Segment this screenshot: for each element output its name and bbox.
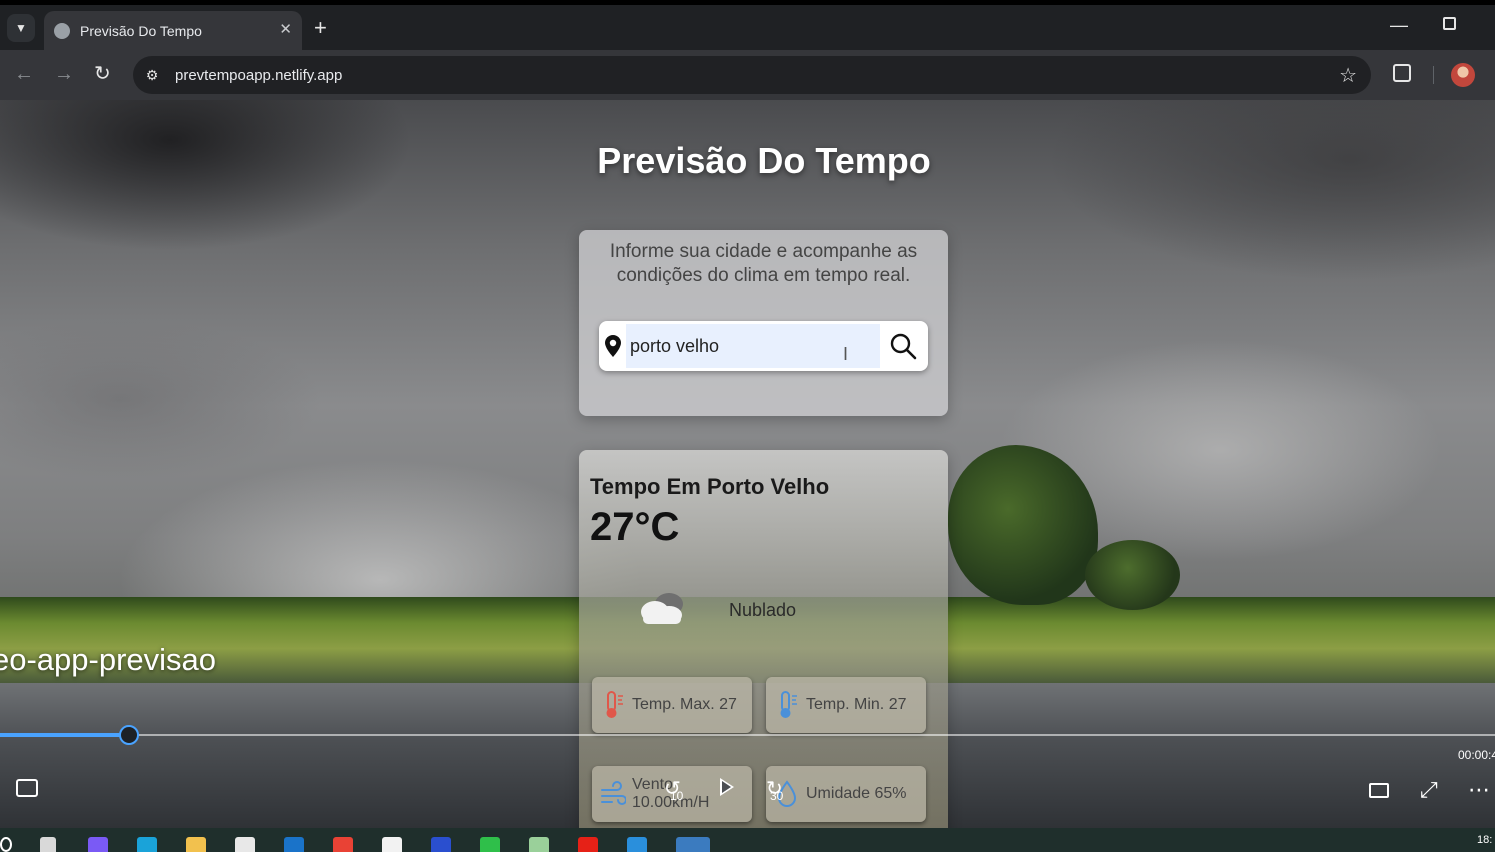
minimize-button[interactable]: — [1390, 15, 1408, 36]
address-bar[interactable]: ⚙ prevtempoapp.netlify.app ☆ [133, 56, 1371, 94]
site-info-icon[interactable]: ⚙ [143, 66, 161, 84]
humidity-label: Umidade 65% [806, 785, 907, 802]
page-viewport: Previsão Do Tempo Informe sua cidade e a… [0, 100, 1495, 828]
edge-icon[interactable] [137, 837, 157, 852]
back-arrow-icon[interactable]: ← [14, 62, 34, 86]
youtube-icon[interactable] [578, 837, 598, 852]
url-text[interactable]: prevtempoapp.netlify.app [175, 67, 342, 84]
new-tab-button[interactable]: + [314, 17, 327, 39]
reload-icon[interactable]: ↻ [94, 62, 111, 86]
store-icon[interactable] [235, 837, 255, 852]
captions-icon[interactable] [16, 779, 38, 797]
background-tree [948, 445, 1098, 605]
browser-toolbar: ← → ↻ ⚙ prevtempoapp.netlify.app ☆ [0, 50, 1495, 100]
extensions-icon[interactable] [1393, 64, 1411, 82]
outlook-icon[interactable] [284, 837, 304, 852]
search-description: Informe sua cidade e acompanhe as condiç… [609, 241, 918, 286]
location-pin-icon [605, 335, 621, 357]
fullscreen-icon[interactable]: ⤢ [1420, 777, 1438, 803]
more-options-icon[interactable]: ⋯ [1468, 777, 1490, 803]
file-explorer-icon[interactable] [186, 837, 206, 852]
intellij-icon[interactable] [431, 837, 451, 852]
thermometer-cold-icon [780, 691, 797, 718]
globe-icon [54, 22, 70, 39]
capcut-icon[interactable] [382, 837, 402, 852]
chrome-icon[interactable] [333, 837, 353, 852]
toolbar-divider [1433, 66, 1434, 84]
temperature-value: 27°C [590, 505, 680, 549]
playback-time: 00:00:4 [1458, 748, 1495, 762]
restore-button[interactable] [1443, 17, 1456, 30]
browser-tab-strip: ▼ Previsão Do Tempo ✕ + — [0, 0, 1495, 50]
wind-label: Vento 10.00km/H [632, 776, 710, 811]
temp-max-label: Temp. Max. 27 [632, 696, 737, 713]
taskbar-clock: 18: [1477, 834, 1493, 846]
city-search-input[interactable] [626, 324, 880, 368]
picture-in-picture-icon[interactable] [1369, 783, 1389, 798]
video-title: eo-app-previsao [0, 642, 217, 677]
taskbar: 18: [0, 828, 1495, 852]
seek-bar-track[interactable] [0, 734, 1495, 736]
search-box: I [599, 321, 928, 371]
whatsapp-icon[interactable] [480, 837, 500, 852]
seek-bar-thumb[interactable] [118, 725, 139, 745]
tab-search-menu-button[interactable]: ▼ [7, 14, 35, 42]
temp-max-box: Temp. Max. 27 [592, 677, 752, 733]
temp-min-label: Temp. Min. 27 [806, 696, 907, 713]
weather-city-heading: Tempo Em Porto Velho [590, 474, 830, 499]
profile-avatar[interactable] [1451, 63, 1475, 87]
search-icon[interactable] [888, 331, 918, 361]
rewind-seconds: 10 [670, 789, 684, 803]
app-icon[interactable] [529, 837, 549, 852]
vscode-icon[interactable] [627, 837, 647, 852]
tab-close-icon[interactable]: ✕ [279, 20, 292, 38]
thermometer-hot-icon [606, 691, 623, 718]
weather-condition: Nublado [729, 600, 797, 620]
search-icon[interactable] [0, 837, 12, 852]
cloud-icon [641, 593, 683, 624]
search-card: Informe sua cidade e acompanhe as condiç… [579, 230, 948, 416]
active-app-icon[interactable] [676, 837, 710, 852]
copilot-icon[interactable] [88, 837, 108, 852]
wind-icon [601, 781, 626, 805]
play-icon[interactable] [720, 778, 734, 796]
browser-tab[interactable]: Previsão Do Tempo ✕ [44, 11, 302, 50]
forward-seconds: 30 [770, 789, 784, 803]
weather-card: Tempo Em Porto Velho 27°C Nublado Temp. … [579, 450, 948, 828]
page-title: Previsão Do Tempo [597, 140, 931, 181]
humidity-box: Umidade 65% [766, 766, 926, 822]
task-view-icon[interactable] [40, 837, 56, 852]
tab-title: Previsão Do Tempo [80, 22, 202, 39]
forward-arrow-icon[interactable]: → [54, 62, 74, 86]
temp-min-box: Temp. Min. 27 [766, 677, 926, 733]
seek-bar-progress[interactable] [0, 733, 129, 737]
bookmark-star-icon[interactable]: ☆ [1339, 63, 1357, 88]
text-cursor-icon: I [843, 344, 849, 364]
background-tree-small [1085, 540, 1180, 610]
